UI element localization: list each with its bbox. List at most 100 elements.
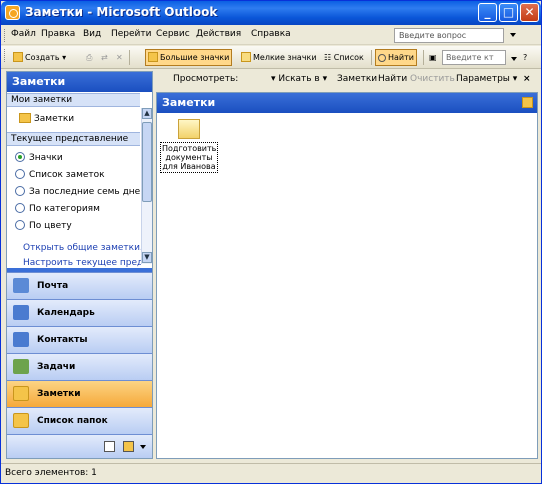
view-option-label: Список заметок [29,170,105,180]
scroll-thumb[interactable] [142,122,152,202]
toolbar-separator [371,50,372,65]
tasks-icon [13,359,29,374]
maximize-button[interactable]: □ [499,3,518,22]
status-bar: Всего элементов: 1 [1,463,541,483]
notes-view: Заметки Подготовить документы для Иванов… [156,92,538,459]
folder-icon[interactable] [123,441,134,452]
list-button[interactable]: ☷ Список [321,49,367,66]
view-option-label: По категориям [29,204,100,214]
view-option-by-category[interactable]: По категориям [15,203,100,214]
small-icons-button[interactable]: Мелкие значки [238,49,320,66]
scroll-up-icon[interactable]: ▲ [142,108,152,119]
find-icon [378,54,386,62]
radio-icon [15,220,25,230]
outlook-icon [5,5,20,20]
radio-icon [15,152,25,162]
title-bar[interactable]: Заметки - Microsoft Outlook _ □ ✕ [1,1,541,25]
create-label: Создать [25,53,60,62]
note-item[interactable]: Подготовить документы для Иванова [160,119,218,173]
move-button[interactable]: ⇄ [98,49,111,66]
search-in-dropdown[interactable]: ▾ Искать в ▾ [271,74,327,84]
open-shared-notes-link[interactable]: Открыть общие заметки... [23,243,141,253]
menu-file[interactable]: Файл [11,29,36,39]
contact-search-input[interactable]: Введите кт [442,50,506,65]
view-option-last-seven-days[interactable]: За последние семь дней [15,186,141,197]
nav-button-tasks[interactable]: Задачи [7,353,152,380]
view-option-by-color[interactable]: По цвету [15,220,72,231]
close-button[interactable]: ✕ [520,3,539,22]
notes-folder-item[interactable]: Заметки [19,113,74,124]
view-option-notes-list[interactable]: Список заметок [15,169,105,180]
contacts-icon [13,332,29,347]
mail-icon [13,278,29,293]
large-icons-icon [148,52,158,62]
radio-icon [15,169,25,179]
find-now-button[interactable]: Найти [378,74,407,84]
create-button[interactable]: Создать ▾ [10,49,69,66]
nav-button-mail[interactable]: Почта [7,272,152,299]
toolbar-separator [129,50,130,65]
view-label: Просмотреть: [173,74,239,84]
notes-folder-label: Заметки [34,114,75,124]
options-dropdown[interactable]: Параметры ▾ [456,74,517,84]
nav-button-notes[interactable]: Заметки [7,380,152,407]
list-label: Список [333,53,364,62]
menu-help[interactable]: Справка [251,29,291,39]
nav-button-calendar[interactable]: Календарь [7,299,152,326]
new-note-icon [13,52,23,62]
window-title: Заметки - Microsoft Outlook [25,5,218,19]
view-option-label: По цвету [29,221,72,231]
view-option-label: За последние семь дней [29,187,141,197]
menu-tools[interactable]: Сервис [156,29,190,39]
view-option-icons[interactable]: Значки [15,152,63,163]
toolbar-grip[interactable] [4,49,7,62]
close-find-bar-button[interactable]: × [523,74,531,84]
large-icons-button[interactable]: Большие значки [145,49,233,66]
customize-view-link[interactable]: Настроить текущее представление... [23,258,141,268]
scroll-down-icon[interactable]: ▼ [142,252,152,263]
menu-bar: Файл Правка Вид Перейти Сервис Действия … [1,26,541,45]
toolbar-separator [423,50,424,65]
nav-button-folder-list[interactable]: Список папок [7,407,152,434]
nav-button-label: Список папок [37,416,108,426]
nav-button-contacts[interactable]: Контакты [7,326,152,353]
small-icons-label: Мелкие значки [253,53,317,62]
menu-go[interactable]: Перейти [111,29,152,39]
nav-button-label: Календарь [37,308,95,318]
menu-actions[interactable]: Действия [196,29,241,39]
move-icon: ⇄ [101,53,108,62]
notes-folder-icon [19,113,31,123]
minimize-button[interactable]: _ [478,3,497,22]
question-dropdown-icon[interactable] [510,33,516,37]
help-icon: ? [523,53,528,62]
content-header: Заметки [157,93,537,113]
find-button[interactable]: Найти [375,49,417,66]
delete-button[interactable]: ✕ [113,49,126,66]
note-icon [178,119,200,139]
large-icons-label: Большие значки [160,53,230,62]
shortcuts-icon[interactable] [104,441,115,452]
help-button[interactable]: ? [520,49,530,66]
clear-button[interactable]: Очистить [410,74,455,84]
address-book-button[interactable]: ▣ [426,49,440,66]
delete-icon: ✕ [116,53,123,62]
current-view-section[interactable]: Текущее представление [7,132,140,146]
list-icon: ☷ [324,53,332,62]
question-input[interactable]: Введите вопрос [394,28,504,43]
find-label: Найти [388,53,414,62]
nav-footer [7,434,152,458]
folder-list-icon [13,413,29,428]
notes-header-icon [522,97,533,108]
search-in-label: Искать в [278,74,320,84]
nav-scrollbar[interactable]: ▲ ▼ [141,108,152,264]
my-notes-section[interactable]: Мои заметки [7,93,140,107]
configure-buttons-icon[interactable] [140,445,146,449]
menu-view[interactable]: Вид [83,29,101,39]
navigation-pane: Заметки Мои заметки Заметки Текущее пред… [6,71,153,459]
small-icons-icon [241,52,251,62]
search-scope[interactable]: Заметки [337,74,377,84]
menu-edit[interactable]: Правка [41,29,75,39]
print-button[interactable]: ⎙ [83,49,95,66]
menu-grip[interactable] [4,29,7,42]
contact-search-dropdown-icon[interactable] [511,57,517,61]
